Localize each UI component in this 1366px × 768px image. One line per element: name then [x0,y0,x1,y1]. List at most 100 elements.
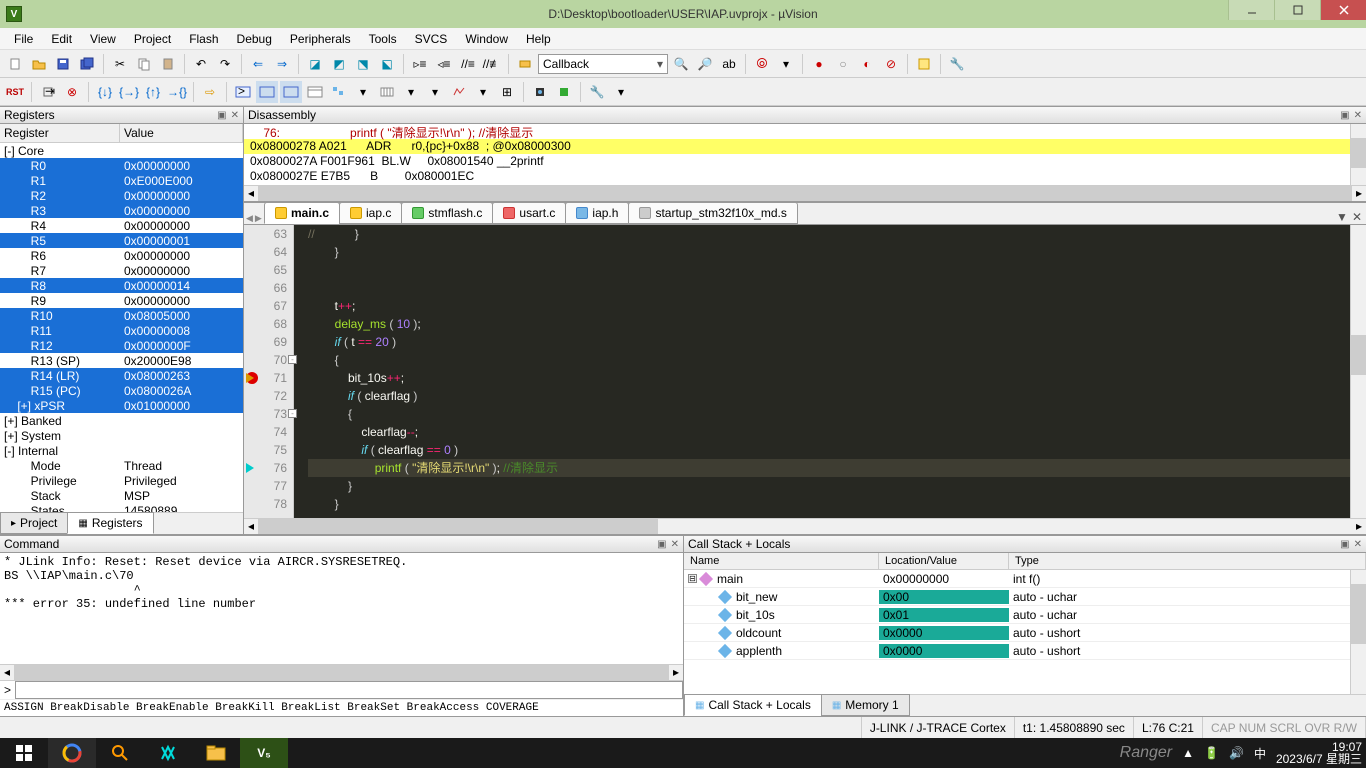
code-line[interactable]: } [308,243,1350,261]
redo-icon[interactable]: ↷ [214,53,236,75]
code-line[interactable]: } [308,477,1350,495]
outdent-icon[interactable]: ◃≡ [433,53,455,75]
battery-icon[interactable]: 🔋 [1204,746,1219,760]
toolbox-icon[interactable]: ⊞ [496,81,518,103]
tray-up-icon[interactable]: ▲ [1182,746,1194,760]
replace-icon[interactable]: ab [718,53,740,75]
save-icon[interactable] [52,53,74,75]
debug-start-icon[interactable]: ⦾ [751,53,773,75]
register-row[interactable]: R100x08005000 [0,308,243,323]
tab-stmflash-c[interactable]: stmflash.c [401,202,493,224]
tray-date[interactable]: 2023/6/7 星期三 [1276,753,1362,765]
menu-flash[interactable]: Flash [181,30,226,48]
start-button[interactable] [0,738,48,768]
tab-close-icon[interactable]: ✕ [1352,210,1362,224]
system-viewer-icon[interactable]: ▾ [472,81,494,103]
tools-icon[interactable]: 🔧 [586,81,608,103]
register-row[interactable]: [-] Internal [0,443,243,458]
register-row[interactable]: R30x00000000 [0,203,243,218]
code-line[interactable]: t++; [308,297,1350,315]
code-line[interactable] [308,279,1350,297]
register-row[interactable]: [+] Banked [0,413,243,428]
bookmark-clear-icon[interactable]: ⬕ [376,53,398,75]
register-row[interactable]: PrivilegePrivileged [0,473,243,488]
register-row[interactable]: [+] xPSR0x01000000 [0,398,243,413]
disasm-line[interactable]: 0x08000278 A021 ADR r0,{pc}+0x88 ; @0x08… [244,139,1350,154]
panel-pin-icon[interactable]: ▣ [1340,110,1349,121]
trace-window-icon[interactable] [448,81,470,103]
comment-icon[interactable]: //≡ [457,53,479,75]
code-line[interactable]: bit_10s++; [308,369,1350,387]
bookmark-icon[interactable]: ◪ [304,53,326,75]
tools-dropdown-icon[interactable]: ▾ [610,81,632,103]
command-input[interactable] [15,681,683,699]
register-row[interactable]: R50x00000001 [0,233,243,248]
code-line[interactable]: if ( t == 20 ) [308,333,1350,351]
update-icon[interactable] [553,81,575,103]
maximize-button[interactable] [1274,0,1320,20]
register-row[interactable]: States14580889 [0,503,243,512]
open-folder-icon[interactable] [28,53,50,75]
locals-row[interactable]: bit_10s0x01auto - uchar [684,606,1350,624]
tab-dropdown-icon[interactable]: ▼ [1336,210,1348,224]
code-line[interactable]: delay_ms ( 10 ); [308,315,1350,333]
menu-debug[interactable]: Debug [229,30,280,48]
disassembly-window-icon[interactable] [256,81,278,103]
analysis-window-icon[interactable]: ▾ [424,81,446,103]
menu-svcs[interactable]: SVCS [407,30,456,48]
configure-icon[interactable]: 🔧 [946,53,968,75]
register-row[interactable]: R15 (PC)0x0800026A [0,383,243,398]
indent-icon[interactable]: ▹≡ [409,53,431,75]
code-line[interactable]: if ( clearflag ) [308,387,1350,405]
tab-iap-h[interactable]: iap.h [565,202,629,224]
memory-window-icon[interactable] [376,81,398,103]
window-icon[interactable] [913,53,935,75]
panel-pin-icon[interactable]: ▣ [657,539,666,550]
register-row[interactable]: [-] Core [0,143,243,158]
locals-row[interactable]: bit_new0x00auto - uchar [684,588,1350,606]
nav-forward-icon[interactable]: ⇒ [271,53,293,75]
breakpoint-enable-icon[interactable]: ○ [832,53,854,75]
bookmark-next-icon[interactable]: ⬔ [352,53,374,75]
code-editor[interactable]: 6364656667686970-717273-7475767778 // } … [244,225,1350,518]
registers-window-icon[interactable] [304,81,326,103]
run-to-cursor-icon[interactable]: →{} [166,81,188,103]
register-row[interactable]: R60x00000000 [0,248,243,263]
breakpoint-disable-icon[interactable]: ◐ [856,53,878,75]
watch-window-icon[interactable]: ▾ [352,81,374,103]
minimize-button[interactable] [1228,0,1274,20]
breakpoint-kill-icon[interactable]: ⊘ [880,53,902,75]
periph-icon[interactable] [529,81,551,103]
tab-registers[interactable]: ▦Registers [67,512,153,534]
command-output[interactable]: * JLink Info: Reset: Reset device via AI… [0,553,683,664]
register-row[interactable]: R13 (SP)0x20000E98 [0,353,243,368]
menu-file[interactable]: File [6,30,41,48]
serial-window-icon[interactable]: ▾ [400,81,422,103]
scrollbar-h[interactable]: ◂▸ [0,664,683,680]
register-row[interactable]: R70x00000000 [0,263,243,278]
menu-help[interactable]: Help [518,30,559,48]
locals-body[interactable]: ⊟main0x00000000int f()bit_new0x00auto - … [684,570,1350,694]
code-line[interactable]: { [308,405,1350,423]
scrollbar-v[interactable] [1350,124,1366,185]
disasm-line[interactable]: 0x0800027A F001F961 BL.W 0x08001540 __2p… [244,154,1350,169]
chrome-icon[interactable] [48,738,96,768]
menu-window[interactable]: Window [457,30,516,48]
register-row[interactable]: R20x00000000 [0,188,243,203]
disasm-line[interactable]: 0x0800027E E7B5 B 0x080001EC [244,169,1350,184]
register-row[interactable]: R120x0000000F [0,338,243,353]
disassembly-body[interactable]: 76: printf ( "清除显示!\r\n" ); //清除显示0x0800… [244,124,1350,185]
code-gutter[interactable]: 6364656667686970-717273-7475767778 [244,225,294,518]
code-line[interactable]: // } [308,225,1350,243]
panel-close-icon[interactable]: ✕ [231,110,239,121]
panel-close-icon[interactable]: ✕ [1354,110,1362,121]
code-lines[interactable]: // } } t++; delay_ms ( 10 ); if ( t == 2… [294,225,1350,518]
call-stack-icon[interactable] [328,81,350,103]
code-line[interactable]: printf ( "清除显示!\r\n" ); //清除显示 [308,459,1350,477]
explorer-icon[interactable] [192,738,240,768]
menu-view[interactable]: View [82,30,124,48]
registers-table[interactable]: RegisterValue [-] Core R00x00000000 R10x… [0,124,243,512]
cut-icon[interactable]: ✂ [109,53,131,75]
search-icon[interactable] [96,738,144,768]
dropdown-icon[interactable]: ▾ [775,53,797,75]
